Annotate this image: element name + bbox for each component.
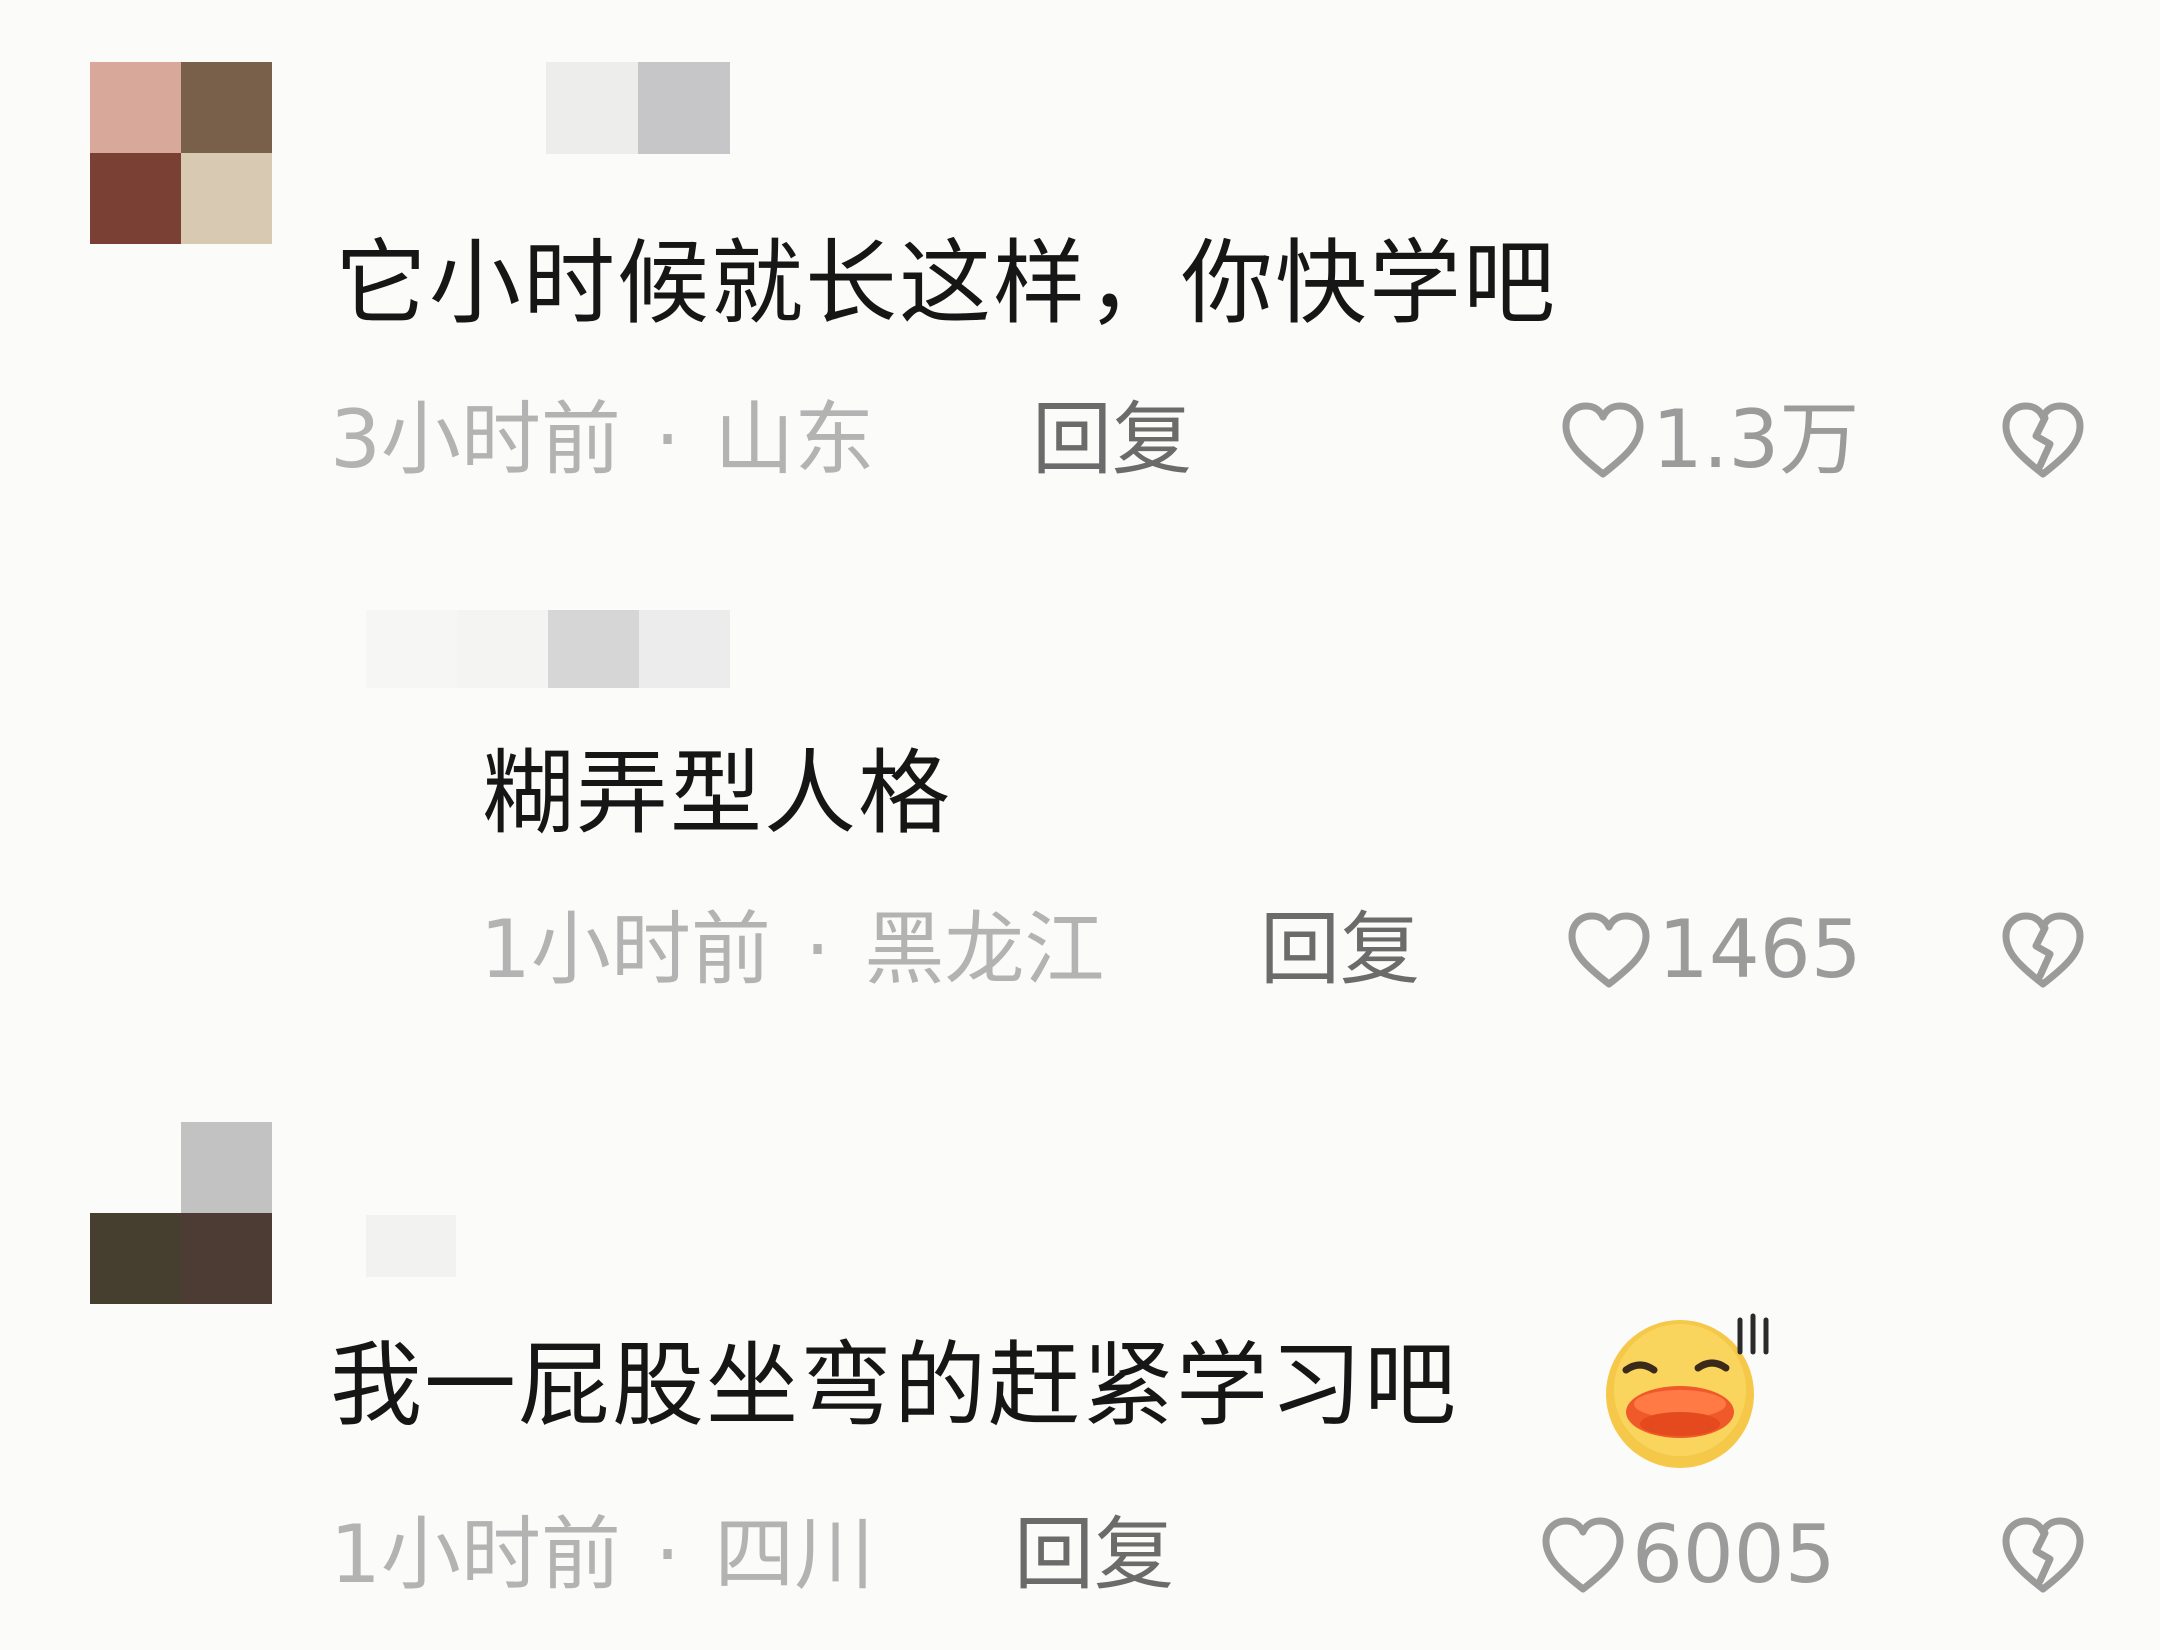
- broken-heart-icon: [2000, 1515, 2086, 1595]
- reply-button[interactable]: 回复: [1032, 400, 1192, 480]
- like-count: 1.3万: [1652, 393, 1860, 486]
- comment-time: 3小时前: [330, 393, 621, 486]
- comment-text: 糊弄型人格: [482, 740, 953, 847]
- comment-time: 1小时前: [330, 1508, 621, 1601]
- username[interactable]: [546, 62, 730, 154]
- heart-outline-icon: [1566, 910, 1658, 990]
- meta-separator: ·: [654, 1508, 681, 1601]
- dislike-button[interactable]: [2000, 1515, 2086, 1595]
- broken-heart-icon: [2000, 910, 2086, 990]
- reply-button[interactable]: 回复: [1260, 910, 1420, 990]
- username[interactable]: [366, 1215, 456, 1277]
- like-button[interactable]: 1465: [1566, 910, 1862, 990]
- meta-separator: ·: [654, 393, 681, 486]
- like-count: 6005: [1632, 1508, 1836, 1601]
- comment-list: 它小时候就长这样，你快学吧 3小时前 · 山东 回复 1.3万 糊弄型人格 1小…: [0, 0, 2160, 1650]
- comment-text: 它小时候就长这样，你快学吧: [335, 230, 1558, 337]
- dislike-button[interactable]: [2000, 400, 2086, 480]
- heart-outline-icon: [1560, 400, 1652, 480]
- username[interactable]: [366, 610, 730, 688]
- comment-location: 四川: [714, 1508, 875, 1601]
- comment-meta: 3小时前 · 山东: [330, 400, 874, 480]
- avatar[interactable]: [90, 62, 272, 244]
- heart-outline-icon: [1540, 1515, 1632, 1595]
- comment-location: 山东: [714, 393, 875, 486]
- like-count: 1465: [1658, 903, 1862, 996]
- dislike-button[interactable]: [2000, 910, 2086, 990]
- comment-meta: 1小时前 · 黑龙江: [480, 910, 1104, 990]
- comment-location: 黑龙江: [864, 903, 1105, 996]
- like-button[interactable]: 1.3万: [1560, 400, 1859, 480]
- comment-time: 1小时前: [480, 903, 771, 996]
- duck-lips-sweat-emoji: [1600, 1312, 1772, 1476]
- comment-meta: 1小时前 · 四川: [330, 1515, 874, 1595]
- broken-heart-icon: [2000, 400, 2086, 480]
- comment-text: 我一屁股坐弯的赶紧学习吧: [330, 1332, 1459, 1439]
- avatar[interactable]: [90, 1122, 272, 1304]
- meta-separator: ·: [804, 903, 831, 996]
- like-button[interactable]: 6005: [1540, 1515, 1836, 1595]
- reply-button[interactable]: 回复: [1014, 1515, 1174, 1595]
